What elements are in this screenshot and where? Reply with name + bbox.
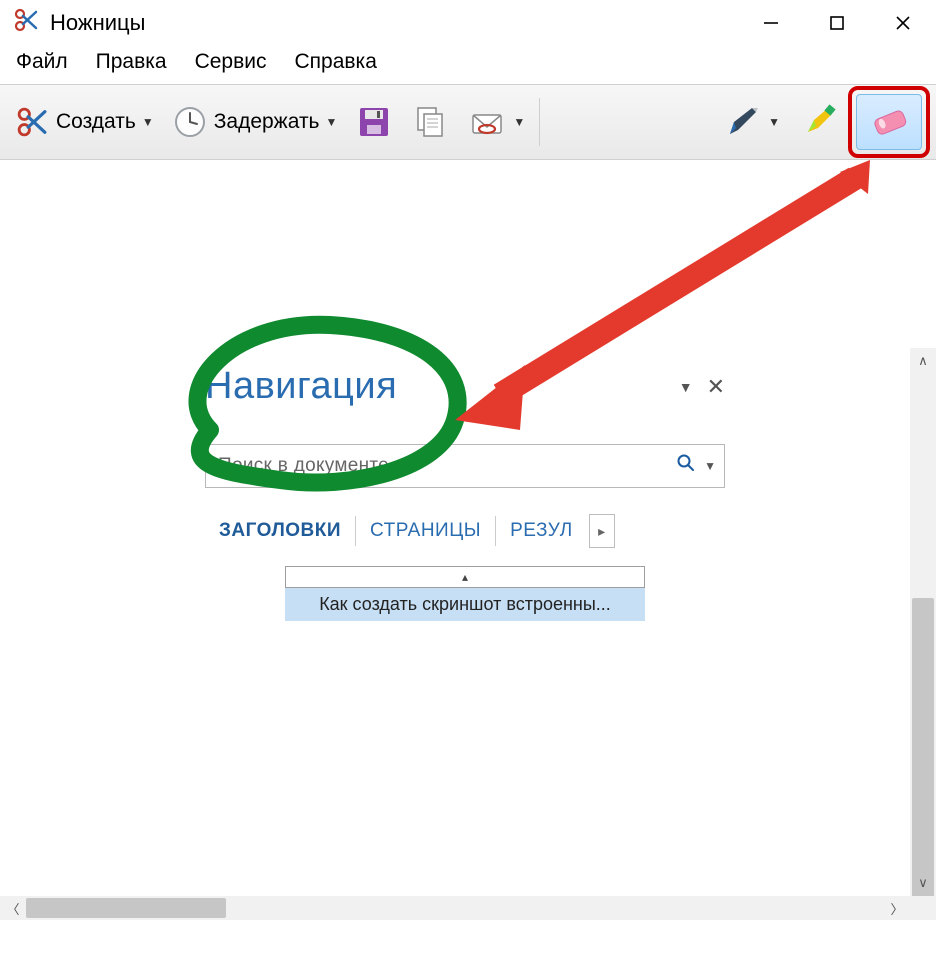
chevron-down-icon[interactable]: ▼ (326, 115, 338, 129)
menu-edit[interactable]: Правка (96, 50, 167, 74)
menu-tools[interactable]: Сервис (195, 50, 267, 74)
window-title: Ножницы (50, 10, 145, 36)
highlighter-icon (798, 102, 838, 142)
scroll-down-icon[interactable]: ∨ (910, 870, 936, 896)
floppy-icon (355, 103, 393, 141)
close-button[interactable] (870, 0, 936, 46)
heading-item[interactable]: Как создать скриншот встроенны... (285, 588, 645, 621)
pane-close-icon[interactable]: ✕ (707, 374, 725, 400)
copy-icon (411, 103, 449, 141)
search-placeholder: Поиск в документе (218, 455, 668, 477)
pen-icon (722, 102, 762, 142)
maximize-button[interactable] (804, 0, 870, 46)
new-label: Создать (56, 110, 136, 134)
delay-label: Задержать (214, 110, 320, 134)
chevron-down-icon[interactable]: ▼ (513, 115, 525, 129)
menu-help[interactable]: Справка (295, 50, 377, 74)
menu-file[interactable]: Файл (16, 50, 68, 74)
toolbar-divider (539, 98, 540, 146)
search-icon[interactable] (676, 453, 696, 479)
navigation-tabs: ЗАГОЛОВКИ СТРАНИЦЫ РЕЗУЛ ▸ (205, 514, 725, 548)
scrollbar-corner (910, 896, 936, 920)
window-controls (738, 0, 936, 46)
chevron-down-icon[interactable]: ▼ (142, 115, 154, 129)
tab-scroll-right[interactable]: ▸ (589, 514, 615, 548)
navigation-pane: Навигация ▼ ✕ Поиск в документе ▼ ЗАГОЛО… (205, 365, 725, 621)
pen-button[interactable]: ▼ (714, 96, 788, 148)
eraser-button[interactable] (856, 94, 922, 150)
eraser-highlight-box (848, 86, 930, 158)
title-bar: Ножницы (0, 0, 936, 46)
canvas-area: Навигация ▼ ✕ Поиск в документе ▼ ЗАГОЛО… (0, 160, 936, 920)
minimize-button[interactable] (738, 0, 804, 46)
tab-pages[interactable]: СТРАНИЦЫ (356, 516, 495, 546)
eraser-icon (867, 103, 911, 141)
chevron-down-icon[interactable]: ▼ (704, 459, 716, 473)
clock-icon (172, 104, 208, 140)
new-button[interactable]: Создать ▼ (6, 98, 162, 146)
tab-results[interactable]: РЕЗУЛ (496, 516, 587, 546)
scissors-icon (14, 104, 50, 140)
collapse-icon: ▴ (462, 570, 468, 584)
toolbar: Создать ▼ Задержать ▼ (0, 84, 936, 160)
scroll-thumb[interactable] (26, 898, 226, 918)
pane-menu-icon[interactable]: ▼ (679, 379, 693, 395)
scroll-thumb[interactable] (912, 598, 934, 898)
menu-bar: Файл Правка Сервис Справка (0, 46, 936, 84)
delay-button[interactable]: Задержать ▼ (164, 98, 346, 146)
scroll-right-icon[interactable]: 〉 (884, 896, 910, 920)
horizontal-scrollbar[interactable]: 〈 〉 (0, 896, 910, 920)
save-button[interactable] (347, 97, 401, 147)
chevron-down-icon[interactable]: ▼ (768, 115, 780, 129)
send-button[interactable]: ▼ (459, 97, 533, 147)
highlighter-button[interactable] (790, 96, 846, 148)
scissors-icon (12, 6, 40, 40)
vertical-scrollbar[interactable]: ∧ ∨ (910, 348, 936, 896)
copy-button[interactable] (403, 97, 457, 147)
collapse-bar[interactable]: ▴ (285, 566, 645, 588)
scroll-left-icon[interactable]: 〈 (0, 896, 26, 920)
navigation-title: Навигация (205, 365, 397, 408)
scroll-up-icon[interactable]: ∧ (910, 348, 936, 374)
search-box[interactable]: Поиск в документе ▼ (205, 444, 725, 488)
tab-headings[interactable]: ЗАГОЛОВКИ (205, 516, 355, 546)
mail-icon (467, 103, 507, 141)
